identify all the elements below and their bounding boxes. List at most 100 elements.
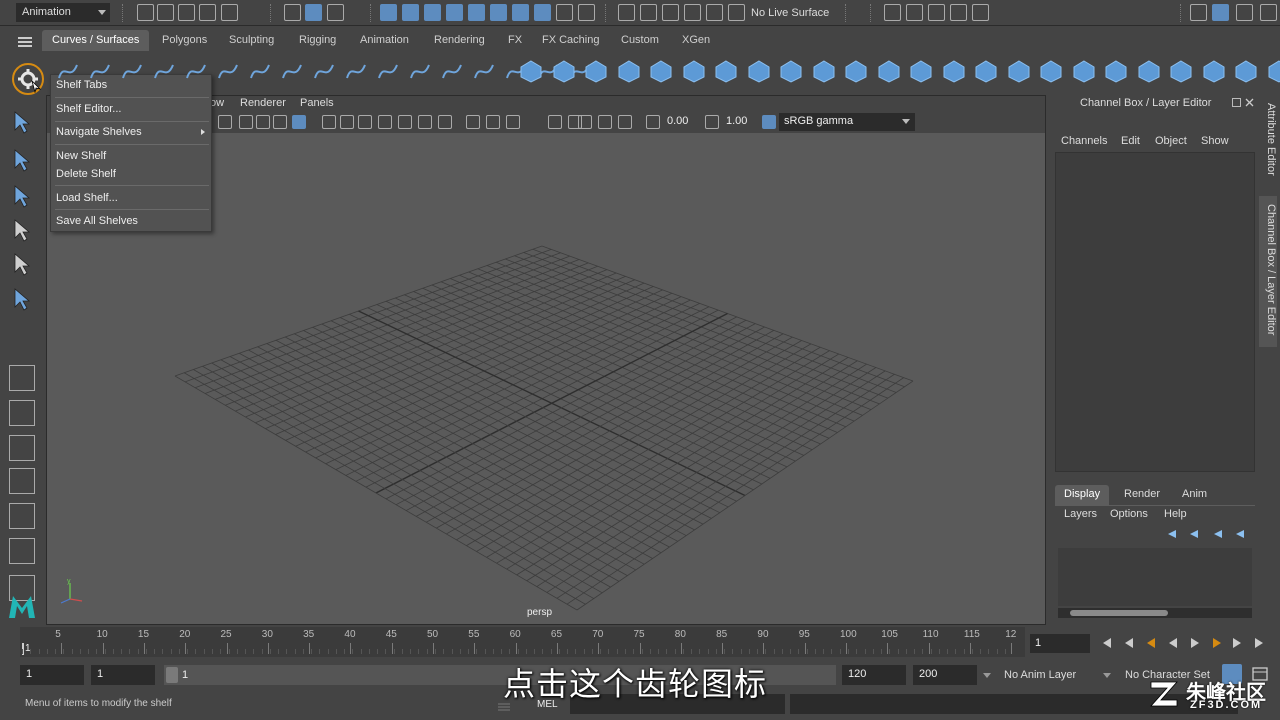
four-pane-layout-icon[interactable] bbox=[9, 400, 35, 426]
grid-icon[interactable] bbox=[256, 115, 270, 129]
insert-knot-icon[interactable] bbox=[472, 60, 498, 86]
lasso-icon[interactable] bbox=[640, 4, 657, 21]
menu-item-new-shelf[interactable]: New Shelf bbox=[56, 150, 106, 162]
render-settings-icon[interactable] bbox=[950, 4, 967, 21]
step-forward-frame-icon[interactable] bbox=[1210, 636, 1224, 650]
square-surface-icon[interactable] bbox=[908, 58, 934, 84]
project-curve-icon[interactable] bbox=[1168, 58, 1194, 84]
bezier-icon[interactable] bbox=[248, 60, 274, 86]
color-space-dropdown[interactable]: sRGB gamma bbox=[779, 113, 915, 131]
channel-box-list[interactable] bbox=[1055, 152, 1255, 472]
symmetry-icon[interactable] bbox=[706, 4, 723, 21]
select-hierarchy-icon[interactable] bbox=[284, 4, 301, 21]
attach-curve-icon[interactable] bbox=[312, 60, 338, 86]
sound-icon[interactable] bbox=[684, 4, 701, 21]
toggle-panel-icon[interactable] bbox=[1212, 4, 1229, 21]
layer-list[interactable] bbox=[1058, 548, 1252, 606]
anti-alias-icon[interactable] bbox=[486, 115, 500, 129]
channel-box-menu-channels[interactable]: Channels bbox=[1061, 135, 1107, 147]
cylinder-icon[interactable] bbox=[583, 58, 609, 84]
new-scene-icon[interactable] bbox=[137, 4, 154, 21]
depth-of-field-icon[interactable] bbox=[506, 115, 520, 129]
render-view-icon[interactable] bbox=[884, 4, 901, 21]
channel-box-menu-object[interactable]: Object bbox=[1155, 135, 1187, 147]
select-component-icon[interactable] bbox=[327, 4, 344, 21]
toggle-shelf-icon[interactable] bbox=[1260, 4, 1277, 21]
open-close-icon[interactable] bbox=[1071, 58, 1097, 84]
trim-icon[interactable] bbox=[1233, 58, 1259, 84]
snap-point-icon[interactable] bbox=[424, 4, 441, 21]
float-panel-icon[interactable] bbox=[1232, 98, 1241, 107]
snap-curve-icon[interactable] bbox=[402, 4, 419, 21]
boundary-icon[interactable] bbox=[876, 58, 902, 84]
animation-end-field[interactable]: 200 bbox=[913, 665, 977, 685]
make-live-icon[interactable] bbox=[490, 4, 507, 21]
pencil-curve-icon[interactable] bbox=[184, 60, 210, 86]
align-surface-icon[interactable] bbox=[1038, 58, 1064, 84]
image-plane-icon[interactable] bbox=[239, 115, 253, 129]
help-icon[interactable] bbox=[534, 4, 551, 21]
untrim-icon[interactable] bbox=[1266, 58, 1280, 84]
shadows-icon[interactable] bbox=[418, 115, 432, 129]
tab-rendering[interactable]: Rendering bbox=[424, 30, 495, 51]
select-tool-icon[interactable] bbox=[8, 108, 36, 136]
menu-item-load-shelf[interactable]: Load Shelf... bbox=[56, 192, 118, 204]
menu-item-navigate-shelves[interactable]: Navigate Shelves bbox=[56, 126, 142, 138]
viewport-menu-show[interactable]: ow bbox=[210, 97, 224, 109]
workspace-icon[interactable] bbox=[1190, 4, 1207, 21]
render-current-icon[interactable] bbox=[906, 4, 923, 21]
tab-animation[interactable]: Animation bbox=[350, 30, 419, 51]
cv-curve-icon[interactable] bbox=[120, 60, 146, 86]
step-back-key-icon[interactable] bbox=[1122, 636, 1136, 650]
loft-icon[interactable] bbox=[746, 58, 772, 84]
open-scene-icon[interactable] bbox=[157, 4, 174, 21]
playback-end-field[interactable]: 120 bbox=[842, 665, 906, 685]
lock-icon[interactable] bbox=[556, 4, 573, 21]
sphere-icon[interactable] bbox=[518, 58, 544, 84]
cone-icon[interactable] bbox=[616, 58, 642, 84]
reverse-curve-icon[interactable] bbox=[408, 60, 434, 86]
revolve-icon[interactable] bbox=[713, 58, 739, 84]
film-gate-icon[interactable] bbox=[273, 115, 287, 129]
extrude-icon[interactable] bbox=[811, 58, 837, 84]
select-object-icon[interactable] bbox=[305, 4, 322, 21]
layer-menu-help[interactable]: Help bbox=[1164, 508, 1187, 520]
undo-icon[interactable] bbox=[199, 4, 216, 21]
chevron-down-icon[interactable] bbox=[1103, 673, 1111, 678]
tab-curves-surfaces[interactable]: Curves / Surfaces bbox=[42, 30, 150, 51]
lights-icon[interactable] bbox=[398, 115, 412, 129]
bevel-icon[interactable] bbox=[941, 58, 967, 84]
layer-menu-options[interactable]: Options bbox=[1110, 508, 1148, 520]
layer-menu-layers[interactable]: Layers bbox=[1064, 508, 1097, 520]
plane-icon[interactable] bbox=[648, 58, 674, 84]
tab-polygons[interactable]: Polygons bbox=[152, 30, 217, 51]
hypershade-layout-icon[interactable] bbox=[9, 538, 35, 564]
nurbs-square-icon[interactable] bbox=[88, 60, 114, 86]
move-tool-icon[interactable] bbox=[8, 216, 36, 244]
viewport-menu-renderer[interactable]: Renderer bbox=[240, 97, 286, 109]
menu-item-delete-shelf[interactable]: Delete Shelf bbox=[56, 168, 116, 180]
snap-projected-icon[interactable] bbox=[446, 4, 463, 21]
detach-surface-icon[interactable] bbox=[1006, 58, 1032, 84]
tab-custom[interactable]: Custom bbox=[611, 30, 669, 51]
gamma-icon[interactable] bbox=[705, 115, 719, 129]
animation-start-field[interactable]: 1 bbox=[20, 665, 84, 685]
snap-grid-icon[interactable] bbox=[380, 4, 397, 21]
color-management-icon[interactable] bbox=[762, 115, 776, 129]
tab-render[interactable]: Render bbox=[1115, 485, 1169, 505]
play-backwards-icon[interactable] bbox=[1166, 636, 1180, 650]
birail-icon[interactable] bbox=[843, 58, 869, 84]
ipr-render-icon[interactable] bbox=[928, 4, 945, 21]
save-scene-icon[interactable] bbox=[178, 4, 195, 21]
lasso-select-icon[interactable] bbox=[8, 146, 36, 174]
new-layer-icon[interactable] bbox=[1212, 528, 1224, 540]
backface-icon[interactable] bbox=[618, 115, 632, 129]
exposure-value[interactable]: 0.00 bbox=[667, 115, 688, 127]
xray-joints-icon[interactable] bbox=[578, 115, 592, 129]
tab-sculpting[interactable]: Sculpting bbox=[219, 30, 284, 51]
ambient-occlusion-icon[interactable] bbox=[438, 115, 452, 129]
viewport-menu-panels[interactable]: Panels bbox=[300, 97, 334, 109]
current-frame-field[interactable]: 1 bbox=[1030, 634, 1090, 653]
arc-icon[interactable] bbox=[216, 60, 242, 86]
step-back-frame-icon[interactable] bbox=[1144, 636, 1158, 650]
